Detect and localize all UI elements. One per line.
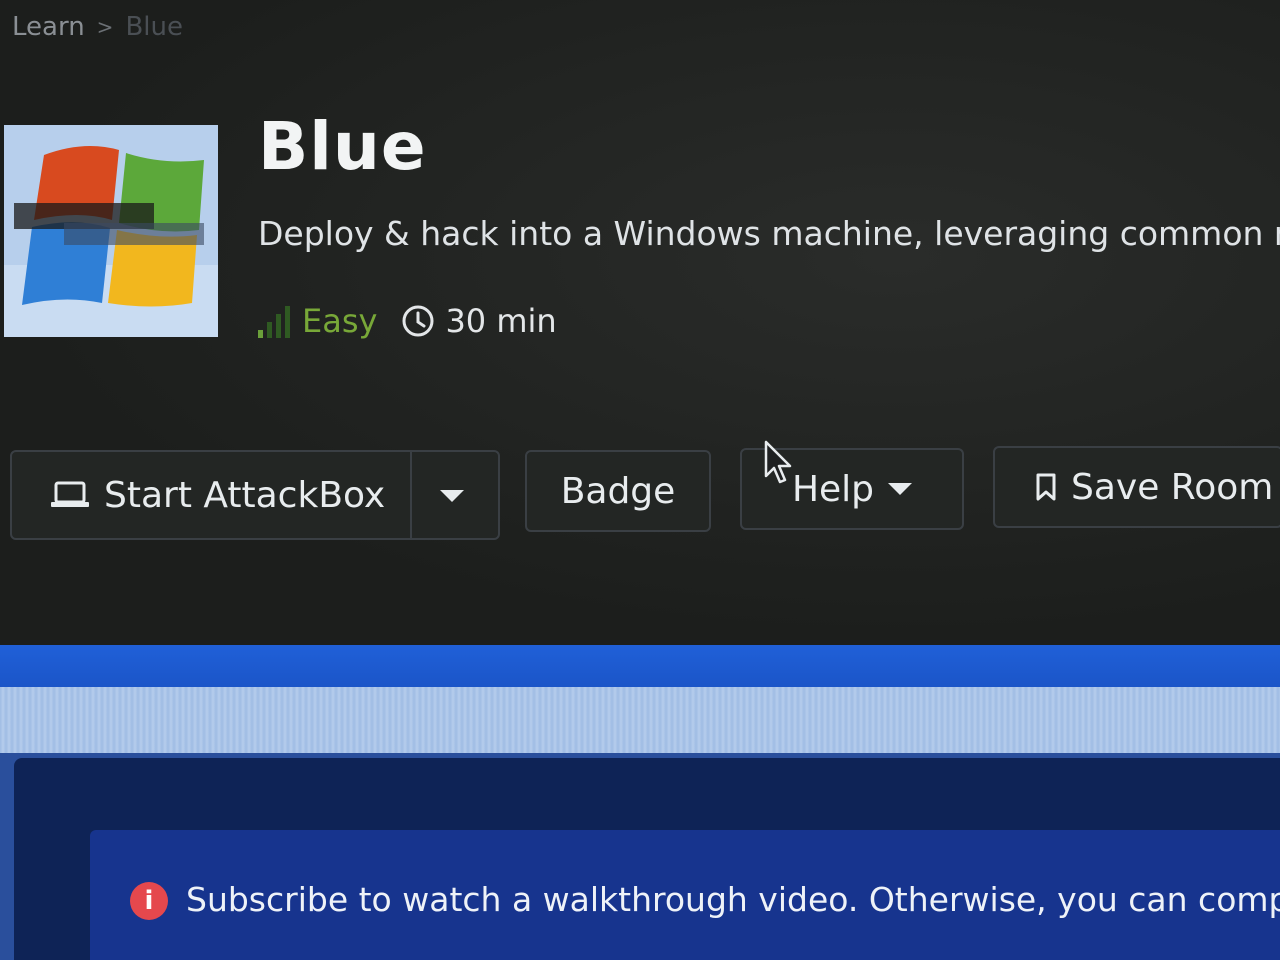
- badge-label: Badge: [560, 470, 676, 512]
- start-attackbox-button[interactable]: Start AttackBox: [10, 450, 500, 540]
- mouse-cursor-icon: [764, 440, 792, 484]
- help-label: Help: [791, 468, 875, 510]
- section-banner: [0, 645, 1280, 687]
- split-divider: [410, 452, 412, 538]
- notice-text: Subscribe to watch a walkthrough video. …: [186, 880, 1280, 919]
- chevron-down-icon: [888, 483, 913, 495]
- attackbox-dropdown-caret-icon[interactable]: [440, 490, 464, 502]
- bookmark-icon: [1036, 473, 1056, 501]
- room-title: Blue: [258, 108, 427, 185]
- difficulty-indicator: Easy: [258, 302, 377, 340]
- room-meta: Easy 30 min: [258, 302, 557, 340]
- difficulty-bar: [285, 306, 290, 338]
- walkthrough-notice: i Subscribe to watch a walkthrough video…: [90, 830, 1280, 960]
- laptop-icon: [51, 481, 89, 507]
- save-room-button[interactable]: Save Room: [993, 446, 1280, 528]
- breadcrumb-separator: >: [96, 15, 114, 39]
- room-description: Deploy & hack into a Windows machine, le…: [258, 214, 1280, 253]
- save-room-label: Save Room: [1071, 466, 1274, 508]
- clock-icon: [402, 305, 434, 337]
- duration-label: 30 min: [445, 302, 557, 340]
- windows-logo-icon: [4, 125, 218, 337]
- difficulty-bar: [276, 314, 281, 338]
- windows-logo-graphic: [4, 125, 218, 337]
- start-attackbox-label: Start AttackBox: [104, 474, 386, 516]
- section-strip: [0, 687, 1280, 753]
- breadcrumb-learn[interactable]: Learn: [12, 12, 85, 42]
- difficulty-label: Easy: [302, 302, 378, 340]
- breadcrumb-current: Blue: [125, 12, 183, 42]
- difficulty-bar: [267, 322, 272, 338]
- difficulty-bar: [258, 330, 263, 338]
- signal-bars-icon: [258, 304, 290, 338]
- duration-indicator: 30 min: [401, 302, 557, 340]
- info-icon: i: [130, 882, 168, 920]
- badge-button[interactable]: Badge: [525, 450, 711, 532]
- room-actions: Start AttackBox Badge Help Save Room: [10, 446, 1280, 544]
- breadcrumb: Learn > Blue: [12, 12, 183, 42]
